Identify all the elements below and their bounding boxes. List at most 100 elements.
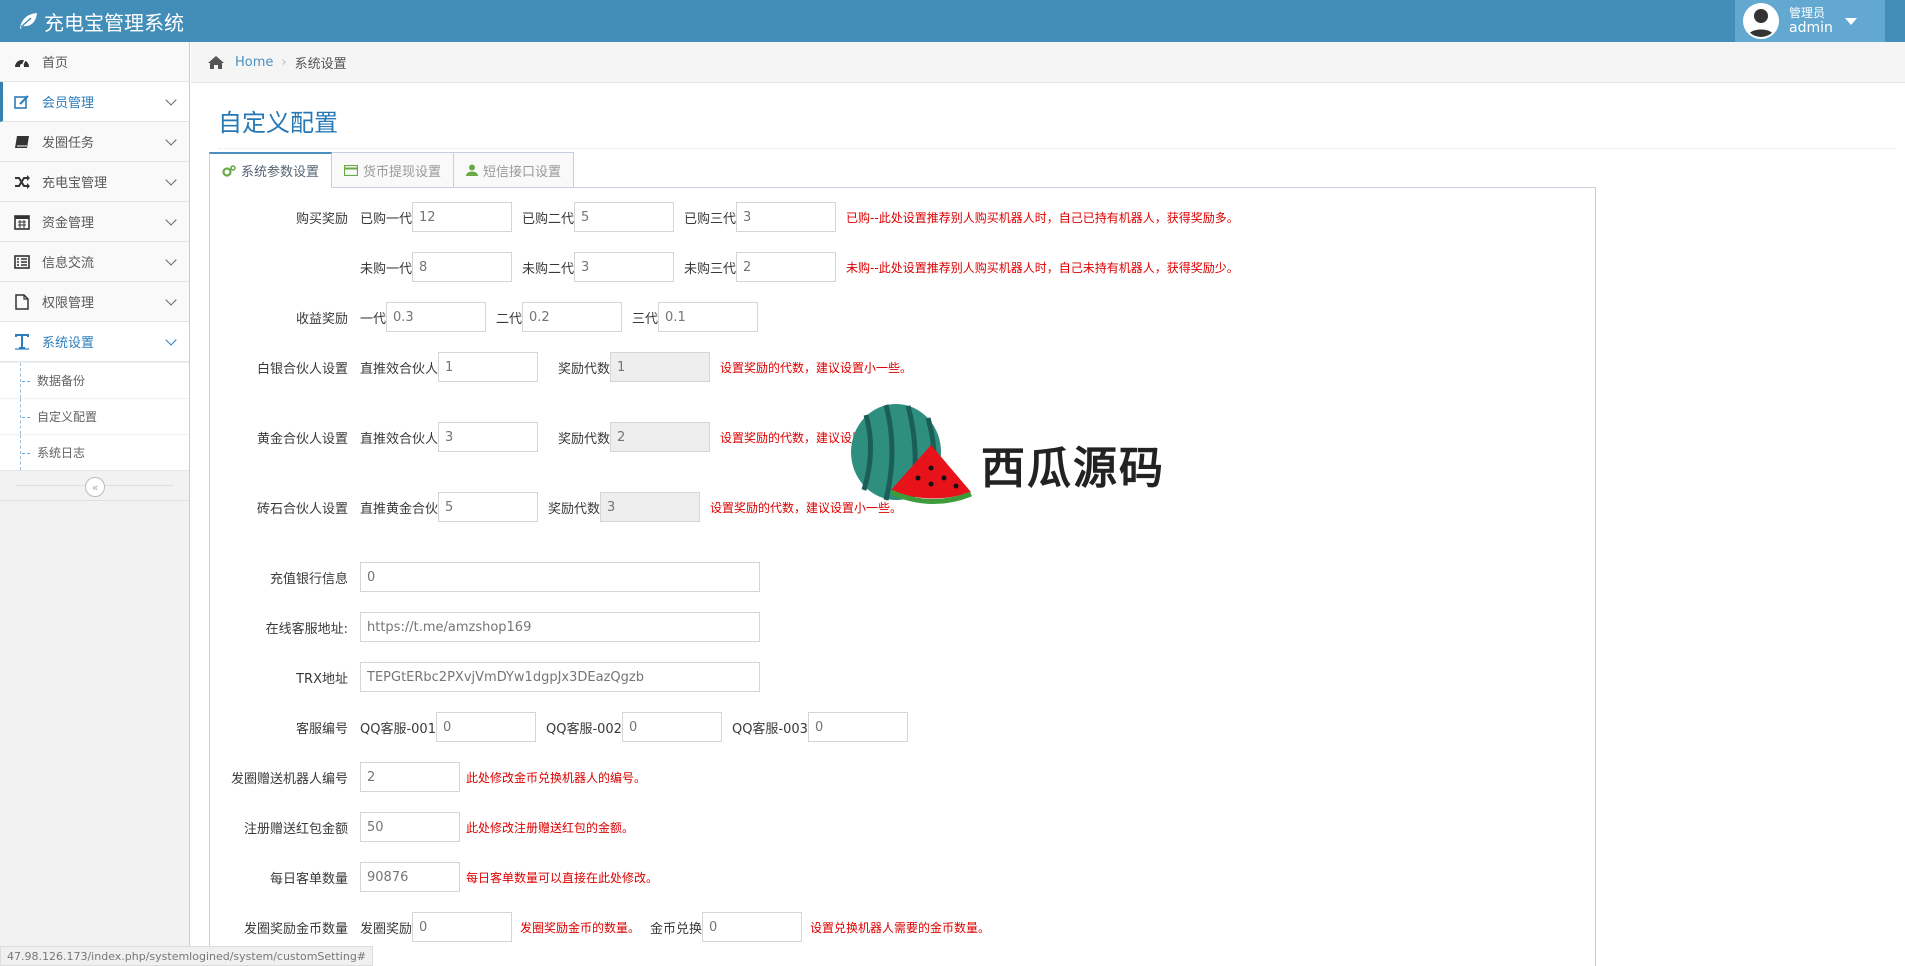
help-text: 未购--此处设置推荐别人购买机器人时，自己未持有机器人，获得奖励少。 <box>846 260 1239 275</box>
service-url-input[interactable] <box>360 612 760 642</box>
tab-withdraw-settings[interactable]: 货币提现设置 <box>331 152 455 188</box>
dashboard-icon <box>12 54 32 70</box>
sidebar-item-home[interactable]: 首页 <box>0 42 189 82</box>
bought-gen2-input[interactable] <box>574 202 675 232</box>
sidebar-item-powerbank[interactable]: 充电宝管理 <box>0 162 189 202</box>
help-text: 设置奖励的代数，建议设置小一些。 <box>720 360 913 375</box>
breadcrumb-home-link[interactable]: Home <box>235 55 273 70</box>
user-menu[interactable]: 管理员 admin <box>1735 0 1885 42</box>
form-row-silver-partner: 白银合伙人设置 直推效合伙人 奖励代数 设置奖励的代数，建议设置小一些。 <box>210 352 912 382</box>
not-bought-gen2-input[interactable] <box>574 252 675 282</box>
sidebar-item-label: 充电宝管理 <box>42 176 108 191</box>
chevron-down-icon <box>165 94 177 106</box>
help-text: 已购--此处设置推荐别人购买机器人时，自己已持有机器人，获得奖励多。 <box>846 210 1239 225</box>
income-gen2-input[interactable] <box>522 302 623 332</box>
not-bought-gen3-input[interactable] <box>736 252 837 282</box>
field-label: 发圈奖励金币数量 <box>243 921 348 937</box>
home-icon <box>208 55 224 69</box>
user-role: 管理员 <box>1789 6 1826 20</box>
inline-label: 已购一代 <box>360 211 413 227</box>
inline-label: 未购一代 <box>360 261 413 277</box>
field-label: 注册赠送红包金额 <box>243 821 348 837</box>
form-row-register-bonus: 注册赠送红包金额 此处修改注册赠送红包的金额。 <box>210 812 634 842</box>
page-header: 自定义配置 <box>218 95 1895 149</box>
field-label: TRX地址 <box>296 671 348 687</box>
field-label: 黄金合伙人设置 <box>256 431 348 447</box>
diamond-direct-input[interactable] <box>438 492 539 522</box>
help-text: 设置奖励的代数，建议设置小一些。 <box>720 430 913 445</box>
chevron-down-icon <box>165 174 177 186</box>
gold-direct-input[interactable] <box>438 422 539 452</box>
daily-orders-input[interactable] <box>360 862 460 892</box>
trx-address-input[interactable] <box>360 662 760 692</box>
double-chevron-left-icon[interactable]: « <box>85 477 105 497</box>
coin-exchange-input[interactable] <box>702 912 803 942</box>
tab-system-params[interactable]: 系统参数设置 <box>209 152 333 188</box>
not-bought-gen1-input[interactable] <box>412 252 513 282</box>
form-row-coin-reward: 发圈奖励金币数量 发圈奖励 发圈奖励金币的数量。 金币兑换 设置兑换机器人需要的… <box>210 912 990 942</box>
book-icon <box>12 134 32 150</box>
inline-label: 未购二代 <box>522 261 575 277</box>
submenu-item-custom-config[interactable]: 自定义配置 <box>0 398 189 434</box>
bought-gen1-input[interactable] <box>412 202 513 232</box>
submenu-item-system-log[interactable]: 系统日志 <box>0 434 189 470</box>
field-label: 白银合伙人设置 <box>256 361 348 377</box>
inline-label: 三代 <box>632 311 659 327</box>
gold-reward-gen-input[interactable] <box>610 422 711 452</box>
chevron-down-icon <box>165 294 177 306</box>
sidebar-item-settings[interactable]: 系统设置 <box>0 322 189 362</box>
bought-gen3-input[interactable] <box>736 202 837 232</box>
help-text: 每日客单数量可以直接在此处修改。 <box>466 870 659 885</box>
help-text: 设置奖励的代数，建议设置小一些。 <box>710 500 903 515</box>
sidebar-item-funds[interactable]: 资金管理 <box>0 202 189 242</box>
cogs-icon <box>222 164 236 177</box>
inline-label: 一代 <box>360 311 387 327</box>
sidebar-item-label: 系统设置 <box>42 336 95 351</box>
inline-label: 奖励代数 <box>548 501 601 517</box>
gift-robot-input[interactable] <box>360 762 460 792</box>
app-title: 充电宝管理系统 <box>44 10 184 35</box>
sidebar-item-messages[interactable]: 信息交流 <box>0 242 189 282</box>
qq-service-001-input[interactable] <box>435 712 536 742</box>
tab-panel-system-params: 购买奖励 已购一代 已购二代 已购三代 已购--此处设置推荐别人购买机器人时，自… <box>209 187 1596 966</box>
field-label: 购买奖励 <box>295 211 348 227</box>
sidebar-collapse-bar: « <box>0 471 189 501</box>
qq-service-002-input[interactable] <box>621 712 722 742</box>
sidebar-item-members[interactable]: 会员管理 <box>0 82 189 122</box>
diamond-reward-gen-input[interactable] <box>600 492 701 522</box>
form-row-gift-robot: 发圈赠送机器人编号 此处修改金币兑换机器人的编号。 <box>210 762 646 792</box>
sidebar-item-label: 资金管理 <box>42 216 95 231</box>
user-name: admin <box>1789 20 1833 36</box>
inline-label: 已购三代 <box>684 211 737 227</box>
chevron-down-icon <box>165 134 177 146</box>
form-row-daily-orders: 每日客单数量 每日客单数量可以直接在此处修改。 <box>210 862 658 892</box>
inline-label: 直推效合伙人 <box>360 361 439 377</box>
status-url: 47.98.126.173/index.php/systemlogined/sy… <box>0 946 374 966</box>
inline-label: QQ客服-003 <box>731 721 808 737</box>
bank-info-input[interactable] <box>360 562 760 592</box>
help-text: 此处修改注册赠送红包的金额。 <box>466 820 635 835</box>
tab-label: 短信接口设置 <box>483 164 562 180</box>
tab-sms-settings[interactable]: 短信接口设置 <box>453 152 575 188</box>
user-icon <box>466 164 479 176</box>
coin-reward-input[interactable] <box>412 912 513 942</box>
income-gen3-input[interactable] <box>658 302 759 332</box>
form-row-service-url: 在线客服地址: <box>210 612 760 642</box>
leaf-icon <box>20 13 37 29</box>
income-gen1-input[interactable] <box>386 302 487 332</box>
inline-label: 已购二代 <box>522 211 575 227</box>
brand[interactable]: 充电宝管理系统 <box>18 0 184 42</box>
sidebar: 首页 会员管理 发圈任务 充电宝管理 资金管理 信息交流 权限管理 系统设置 数… <box>0 42 190 966</box>
sidebar-item-label: 会员管理 <box>42 96 95 111</box>
inline-label: 奖励代数 <box>558 431 611 447</box>
qq-service-003-input[interactable] <box>807 712 908 742</box>
caret-down-icon <box>1844 17 1857 25</box>
silver-direct-input[interactable] <box>438 352 539 382</box>
user-icon <box>1748 9 1774 37</box>
submenu-item-backup[interactable]: 数据备份 <box>0 362 189 398</box>
sidebar-item-tasks[interactable]: 发圈任务 <box>0 122 189 162</box>
silver-reward-gen-input[interactable] <box>610 352 711 382</box>
register-bonus-input[interactable] <box>360 812 460 842</box>
breadcrumb-current: 系统设置 <box>294 56 347 72</box>
sidebar-item-permissions[interactable]: 权限管理 <box>0 282 189 322</box>
